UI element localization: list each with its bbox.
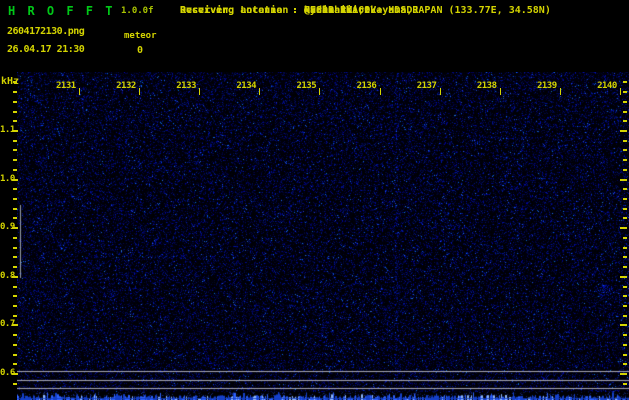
freq-minor-tick	[623, 198, 627, 200]
freq-minor-tick	[623, 363, 627, 365]
freq-minor-tick	[623, 286, 627, 288]
freq-minor-tick	[13, 188, 17, 190]
freq-minor-tick	[13, 315, 17, 317]
freq-minor-tick	[13, 111, 17, 113]
freq-minor-tick	[623, 188, 627, 190]
freq-major-tick	[12, 227, 18, 229]
time-tick	[259, 88, 260, 95]
freq-minor-tick	[623, 354, 627, 356]
freq-minor-tick	[623, 247, 627, 249]
spectrogram-canvas	[17, 72, 629, 400]
freq-minor-tick	[623, 120, 627, 122]
freq-minor-tick	[13, 169, 17, 171]
freq-minor-tick	[623, 295, 627, 297]
axis-layer: kHz 1.11.00.90.80.70.6213121322133213421…	[0, 0, 39, 57]
freq-minor-tick	[623, 217, 627, 219]
freq-minor-tick	[13, 198, 17, 200]
time-tick	[560, 88, 561, 95]
time-axis-label: 2133	[176, 81, 196, 91]
time-axis-label: 2135	[296, 81, 316, 91]
time-tick	[500, 88, 501, 95]
freq-minor-tick	[13, 159, 17, 161]
time-tick	[199, 88, 200, 95]
time-axis-label: 2131	[56, 81, 76, 91]
time-axis-label: 2139	[537, 81, 557, 91]
freq-minor-tick	[13, 237, 17, 239]
time-tick	[440, 88, 441, 95]
time-tick	[620, 88, 621, 95]
time-axis-label: 2136	[357, 81, 377, 91]
freq-major-tick	[12, 130, 18, 132]
freq-minor-tick	[623, 140, 627, 142]
freq-major-tick	[620, 227, 627, 229]
freq-minor-tick	[623, 256, 627, 258]
freq-minor-tick	[13, 354, 17, 356]
freq-major-tick	[620, 130, 627, 132]
freq-minor-tick	[623, 208, 627, 210]
freq-minor-tick	[13, 101, 17, 103]
freq-minor-tick	[623, 334, 627, 336]
time-axis-label: 2138	[477, 81, 497, 91]
time-axis-label: 2132	[116, 81, 136, 91]
freq-minor-tick	[13, 363, 17, 365]
freq-major-tick	[12, 276, 18, 278]
freq-major-tick	[620, 324, 627, 326]
freq-minor-tick	[623, 159, 627, 161]
freq-minor-tick	[623, 169, 627, 171]
freq-minor-tick	[623, 111, 627, 113]
freq-minor-tick	[623, 305, 627, 307]
freq-major-tick	[12, 373, 18, 375]
time-tick	[79, 88, 80, 95]
freq-minor-tick	[13, 334, 17, 336]
hrofft-window: H R O F F T 1.0.0f 2604172130.png meteor…	[0, 0, 629, 400]
freq-minor-tick	[13, 217, 17, 219]
freq-minor-tick	[623, 266, 627, 268]
freq-minor-tick	[623, 81, 627, 83]
freq-minor-tick	[13, 383, 17, 385]
freq-minor-tick	[13, 140, 17, 142]
freq-minor-tick	[623, 315, 627, 317]
freq-minor-tick	[13, 91, 17, 93]
freq-major-tick	[12, 324, 18, 326]
time-axis-label: 2137	[417, 81, 437, 91]
freq-minor-tick	[13, 344, 17, 346]
freq-minor-tick	[623, 344, 627, 346]
freq-minor-tick	[13, 286, 17, 288]
time-tick	[319, 88, 320, 95]
freq-minor-tick	[13, 295, 17, 297]
freq-minor-tick	[13, 120, 17, 122]
freq-minor-tick	[13, 81, 17, 83]
time-axis-label: 2134	[236, 81, 256, 91]
mode-label: meteor	[124, 31, 157, 41]
freq-minor-tick	[623, 383, 627, 385]
version-label: 1.0.0f	[121, 6, 154, 16]
freq-minor-tick	[13, 266, 17, 268]
freq-minor-tick	[13, 208, 17, 210]
freq-major-tick	[12, 179, 18, 181]
freq-minor-tick	[623, 149, 627, 151]
meteor-count-value: 0	[137, 45, 143, 56]
freq-major-tick	[620, 276, 627, 278]
freq-major-tick	[620, 373, 627, 375]
time-tick	[380, 88, 381, 95]
info-label: Recviving antenna	[180, 4, 292, 17]
freq-minor-tick	[13, 149, 17, 151]
info-row: Recviving antenna:Radix RY-62V	[180, 4, 376, 17]
freq-major-tick	[620, 179, 627, 181]
freq-minor-tick	[623, 91, 627, 93]
freq-minor-tick	[13, 247, 17, 249]
freq-minor-tick	[623, 101, 627, 103]
freq-minor-tick	[13, 305, 17, 307]
time-tick	[139, 88, 140, 95]
info-separator: :	[292, 4, 302, 17]
time-axis-label: 2140	[597, 81, 617, 91]
freq-minor-tick	[13, 256, 17, 258]
freq-minor-tick	[623, 237, 627, 239]
info-value: Radix RY-62V	[304, 4, 376, 17]
